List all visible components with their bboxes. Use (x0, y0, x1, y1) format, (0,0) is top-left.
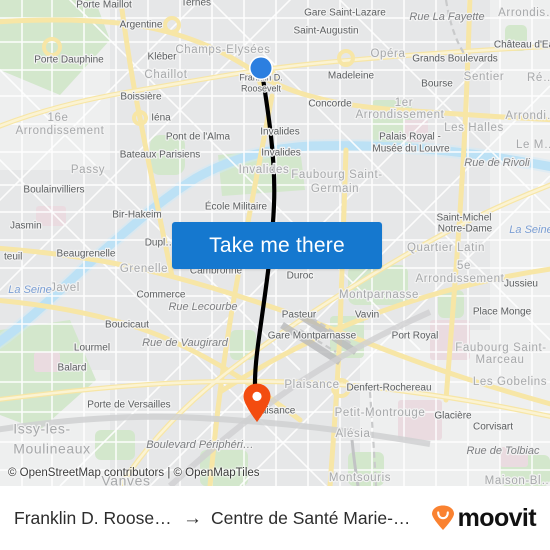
map-label: Château d'Ea… (494, 40, 550, 51)
map-label: Boulainvilliers (23, 185, 84, 196)
map-label: Rue de Tolbiac (467, 445, 540, 457)
map-label: Notre-Dame (438, 224, 493, 235)
map-label: Montparnasse (339, 289, 419, 301)
map-label: Dupl… (145, 238, 176, 249)
moovit-wordmark: moovit (457, 503, 537, 532)
map-label: Passy (71, 164, 105, 176)
map-label: Musée du Louvre (372, 144, 450, 155)
map-label: 5e (457, 260, 471, 272)
map-label: Pont de l'Alma (166, 132, 231, 143)
map-label: Quartier Latin (407, 242, 485, 254)
destination-label: Centre de Santé Marie-Thérè… (211, 507, 416, 528)
map-label: Saint-Michel (436, 213, 491, 224)
map-label: Rue de Vaugirard (142, 337, 229, 349)
map-label: teuil (4, 252, 22, 263)
map-label: Bir-Hakeim (112, 210, 161, 221)
map-label: Alésia (336, 428, 371, 440)
map-label: Porte de Versailles (87, 400, 170, 411)
map-label: Boulevard Périphéri… (146, 439, 254, 451)
map-label: 16e (48, 112, 69, 124)
trip-footer-bar: Franklin D. Roosev… → Centre de Santé Ma… (0, 486, 550, 550)
map-label: Rue Lecourbe (168, 301, 237, 313)
moovit-logo[interactable]: moovit (430, 503, 537, 533)
map-label: Boissière (120, 92, 162, 103)
map-label: Glacière (434, 411, 472, 422)
map-label: Moulineaux (13, 441, 91, 457)
map-label: Grands Boulevards (412, 54, 498, 65)
map-label: Issy-les- (13, 421, 71, 437)
map-label: Kléber (148, 52, 178, 63)
map-label: Germain (311, 183, 359, 195)
origin-label: Franklin D. Roosev… (14, 507, 174, 528)
map-label: Arrondissement (356, 109, 445, 121)
map-label: Javel (50, 282, 80, 294)
map-label: Ternes (181, 0, 211, 9)
map-attribution: © OpenStreetMap contributors | © OpenMap… (8, 467, 260, 479)
map-label: Opéra (371, 48, 406, 60)
map-label: Bateaux Parisiens (120, 150, 201, 161)
destination-marker-icon[interactable] (242, 383, 272, 423)
map-label: Faubourg Saint- (455, 342, 546, 354)
map-label: Arrondissement (16, 125, 105, 137)
map-label: Bourse (421, 79, 453, 90)
take-me-there-button[interactable]: Take me there (172, 222, 382, 269)
map-label: Argentine (120, 20, 163, 31)
origin-marker-icon[interactable] (247, 54, 275, 82)
map-label: Pasteur (282, 310, 317, 321)
map-label: Gare Saint-Lazare (304, 8, 386, 19)
map-label: Les Halles (444, 122, 504, 134)
map-label: Montsouris (329, 472, 391, 484)
map-label: Invalides (261, 148, 300, 159)
map-label: École Militaire (205, 200, 268, 213)
map-label: Jussieu (504, 279, 538, 290)
map-label: Ré… (527, 72, 550, 84)
map-label: Madeleine (328, 71, 375, 82)
map-label: Sentier (464, 71, 505, 83)
map-label: Boucicaut (105, 320, 149, 331)
map-label: 1er (395, 97, 413, 109)
map-label: Corvisart (473, 422, 513, 433)
map-label: Chaillot (144, 69, 187, 81)
map-label: Arrondissement (416, 273, 505, 285)
map-label: Denfert-Rochereau (346, 383, 431, 394)
map-label: Iéna (151, 113, 171, 124)
map-label: Maison-Bl… (485, 475, 550, 486)
map-label: Place Monge (473, 307, 532, 318)
map-label: Commerce (137, 290, 186, 301)
map-label: Rue La Fayette (409, 11, 484, 23)
map-label: Grenelle (120, 263, 168, 275)
map-label: Saint-Augustin (293, 26, 358, 37)
map-label: Palais Royal - (379, 132, 441, 143)
map-label: Le M… (516, 139, 550, 151)
map-label: La Seine (8, 284, 51, 296)
map-label: Concorde (308, 99, 352, 110)
map-label: Beaugrenelle (57, 249, 116, 260)
map-label: Gare Montparnasse (268, 331, 357, 342)
map-label: Arrondis… (498, 7, 550, 19)
map-label: Rue de Rivoli (464, 157, 530, 169)
map-label: Porte Dauphine (34, 55, 104, 66)
map-label: Roosevelt (241, 83, 282, 93)
map-label: Balard (58, 363, 87, 374)
map-label: Jasmin (10, 221, 42, 232)
map-label: Duroc (287, 271, 314, 282)
map-label: Port Royal (392, 331, 439, 342)
map-label: Porte Maillot (76, 0, 132, 11)
moovit-pin-icon (431, 505, 454, 530)
map-label: Invalides (239, 164, 290, 176)
trip-endpoints: Franklin D. Roosev… → Centre de Santé Ma… (14, 508, 416, 529)
arrow-right-icon: → (183, 507, 202, 529)
map-label: Petit-Montrouge (335, 407, 426, 419)
map-label: Marceau (476, 354, 525, 366)
map-label: Lourmel (74, 343, 110, 354)
moovit-trip-map-screen: Porte Maillot Ternes Gare Saint-Lazare Rue … (0, 0, 550, 550)
map-label: La Seine (509, 224, 550, 236)
map-label: Invalides (260, 127, 299, 138)
map-label: Arrondi… (505, 110, 550, 122)
map-label: Faubourg Saint- (291, 169, 382, 181)
map-label: Les Gobelins (473, 376, 547, 388)
map-label: Plaisance (284, 379, 339, 391)
map-label: Vavin (355, 310, 379, 321)
